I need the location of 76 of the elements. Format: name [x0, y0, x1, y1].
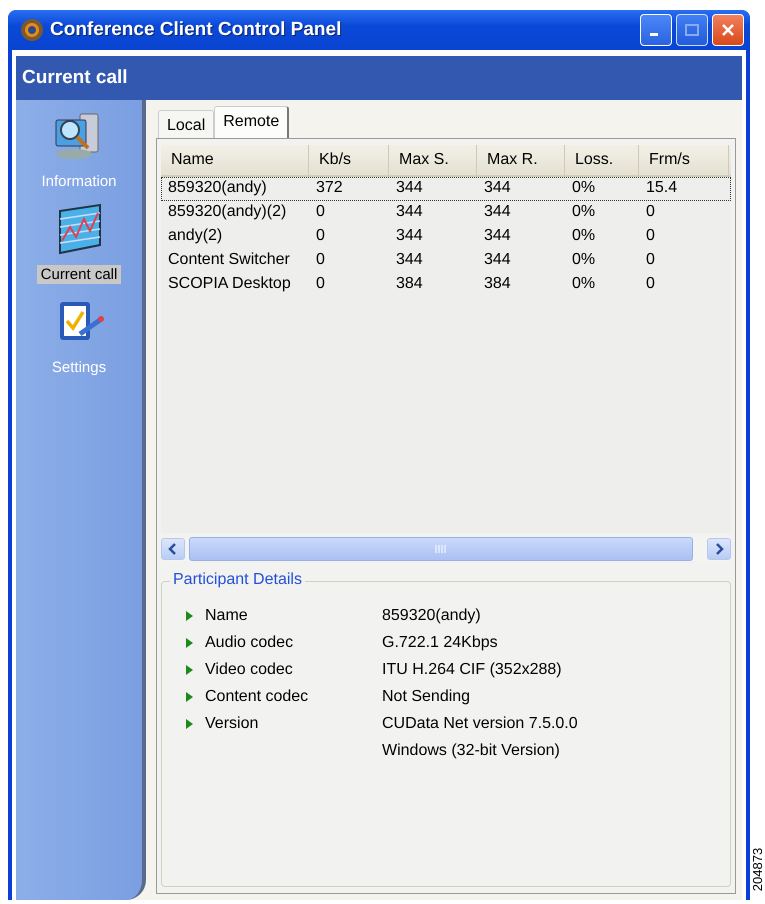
- tab[interactable]: Local: [158, 110, 214, 138]
- window-title: Conference Client Control Panel: [50, 19, 342, 41]
- column-header[interactable]: Kb/s: [309, 145, 389, 175]
- detail-label: Video codec: [205, 660, 293, 678]
- table-row[interactable]: SCOPIA Desktop 0 384 384 0% 0: [161, 273, 731, 297]
- table-cell-text: 384: [483, 274, 512, 294]
- figure-number: 204873: [750, 848, 765, 892]
- bullet-arrow-icon: [186, 610, 193, 620]
- table-cell-text: 859320(andy): [167, 178, 268, 198]
- bullet-arrow-icon: [186, 664, 193, 674]
- column-header[interactable]: Max S.: [389, 145, 477, 175]
- table-cell-text: 344: [483, 178, 512, 198]
- table-cell-text: 0%: [571, 178, 596, 198]
- minimize-icon: [650, 32, 658, 36]
- table-cell-text: 384: [395, 274, 424, 294]
- tab[interactable]: Remote: [214, 106, 290, 138]
- detail-value: G.722.1 24Kbps: [382, 634, 498, 652]
- table-cell-text: 344: [395, 178, 424, 198]
- table-cell-text: 0: [645, 250, 656, 270]
- detail-label: Audio codec: [205, 634, 294, 652]
- scroll-right-button[interactable]: [707, 538, 731, 560]
- table-row[interactable]: andy(2) 0 344 344 0% 0: [161, 225, 731, 249]
- table-row[interactable]: 859320(andy)(2) 0 344 344 0% 0: [161, 201, 731, 225]
- maximize-button[interactable]: [676, 14, 708, 46]
- sidebar-item[interactable]: Current call: [36, 265, 122, 284]
- table-cell-text: 0: [315, 226, 326, 246]
- table-cell-text: 0: [315, 274, 326, 294]
- column-header[interactable]: Max R.: [477, 145, 565, 175]
- table-cell-text: 0%: [571, 226, 596, 246]
- chevron-right-icon: [714, 543, 724, 555]
- detail-value: CUData Net version 7.5.0.0: [382, 714, 578, 732]
- column-header[interactable]: Loss.: [565, 145, 639, 175]
- bullet-arrow-icon: [186, 638, 193, 648]
- table-cell-text: 372: [315, 178, 344, 198]
- table-cell-text: 0: [315, 202, 326, 222]
- detail-value: 859320(andy): [382, 606, 481, 624]
- table-cell-text: 0%: [571, 274, 596, 294]
- group-title: Participant Details: [170, 571, 305, 589]
- table-cell-text: andy(2): [167, 226, 224, 246]
- detail-label: Version: [205, 714, 258, 732]
- detail-label: Content codec: [205, 688, 308, 706]
- table-cell-text: 15.4: [645, 178, 678, 198]
- table-cell-text: Content Switcher: [167, 250, 291, 270]
- close-icon: [720, 22, 736, 38]
- column-header[interactable]: Name: [161, 145, 309, 175]
- scroll-left-button[interactable]: [161, 538, 185, 560]
- table-cell-text: 0%: [571, 202, 596, 222]
- detail-value: ITU H.264 CIF (352x288): [382, 660, 562, 678]
- table-cell-text: SCOPIA Desktop: [167, 274, 292, 294]
- app-logo-icon: [20, 18, 44, 42]
- table-cell-text: 0: [645, 202, 656, 222]
- maximize-icon: [684, 23, 700, 37]
- detail-label: Name: [205, 606, 248, 624]
- table-cell-text: 859320(andy)(2): [167, 202, 288, 222]
- table-cell-text: 344: [395, 250, 424, 270]
- table-cell-text: 0: [645, 226, 656, 246]
- detail-value: Not Sending: [382, 688, 470, 706]
- column-header[interactable]: Frm/s: [639, 145, 729, 175]
- close-button[interactable]: [712, 14, 744, 46]
- bullet-arrow-icon: [186, 718, 193, 728]
- table-row[interactable]: Content Switcher 0 344 344 0% 0: [161, 249, 731, 273]
- table-cell-text: 0%: [571, 250, 596, 270]
- table-cell-text: 344: [395, 202, 424, 222]
- table-row[interactable]: 859320(andy) 372 344 344 0% 15.4: [161, 177, 731, 201]
- detail-value: Windows (32-bit Version): [382, 742, 560, 760]
- table-cell-text: 344: [395, 226, 424, 246]
- section-title: Current call: [22, 67, 128, 89]
- bullet-arrow-icon: [186, 692, 193, 702]
- table-cell-text: 344: [483, 226, 512, 246]
- table-cell-text: 344: [483, 250, 512, 270]
- table-cell-text: 0: [315, 250, 326, 270]
- grip-icon: [435, 545, 447, 553]
- minimize-button[interactable]: [640, 14, 672, 46]
- chevron-left-icon: [168, 543, 178, 555]
- table-cell-text: 344: [483, 202, 512, 222]
- table-cell-text: 0: [645, 274, 656, 294]
